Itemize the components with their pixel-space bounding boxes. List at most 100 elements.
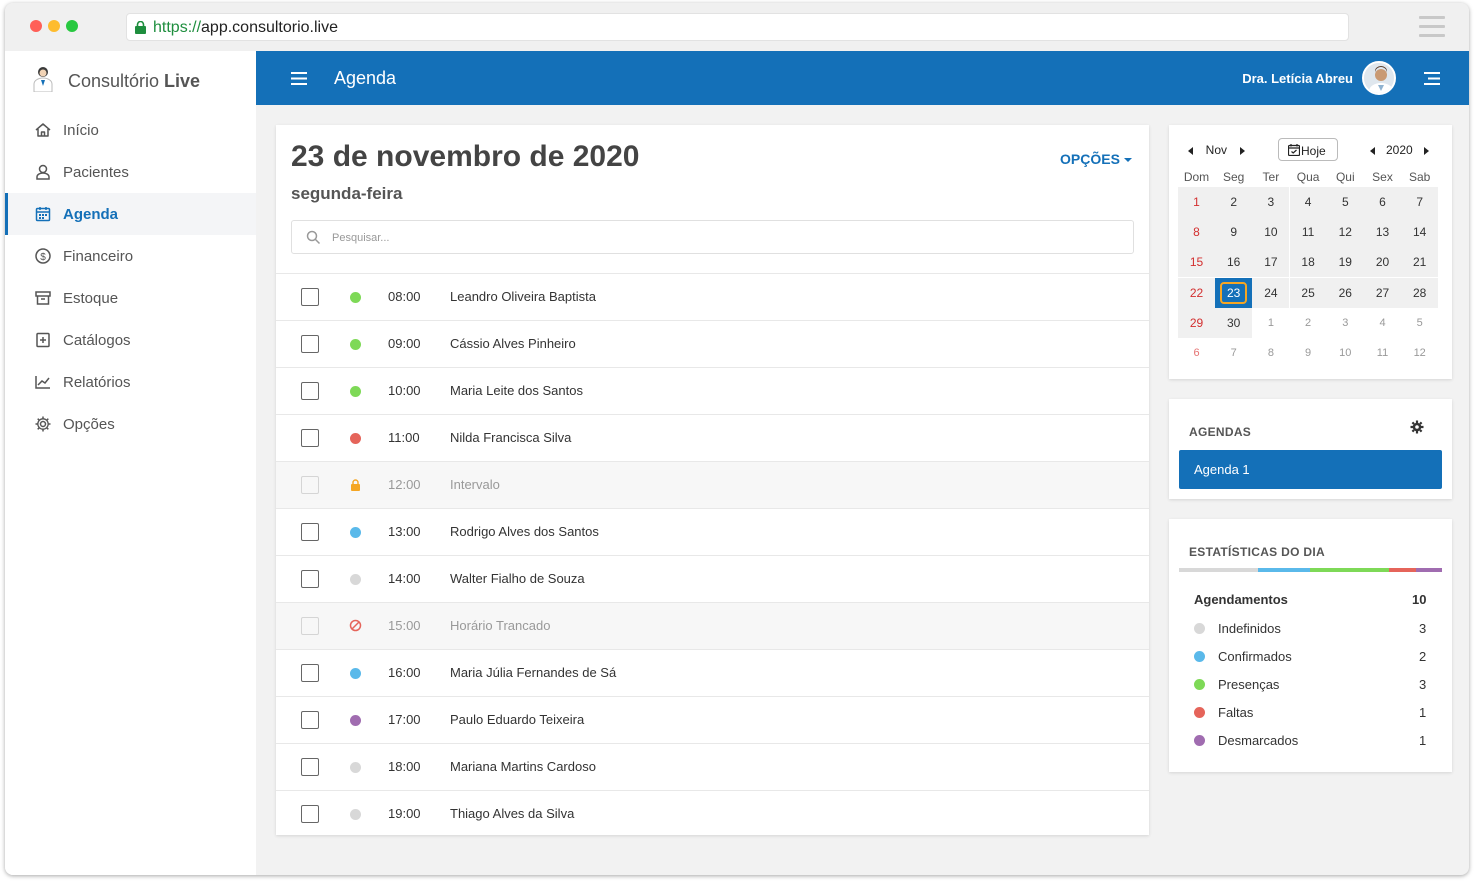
maximize-window-button[interactable] — [66, 20, 78, 32]
row-checkbox[interactable] — [301, 335, 319, 353]
row-checkbox[interactable] — [301, 758, 319, 776]
calendar-day-selected[interactable]: 23 — [1215, 277, 1253, 308]
calendar-day[interactable]: 11 — [1289, 217, 1327, 248]
minimize-window-button[interactable] — [48, 20, 60, 32]
sidebar-item-financeiro[interactable]: $ Financeiro — [5, 235, 256, 277]
sidebar-item-inicio[interactable]: Início — [5, 109, 256, 151]
calendar-day[interactable]: 19 — [1326, 247, 1364, 278]
prev-year-icon[interactable] — [1370, 146, 1375, 155]
calendar-day[interactable]: 6 — [1364, 187, 1401, 217]
sidebar-item-relatorios[interactable]: Relatórios — [5, 361, 256, 403]
table-row[interactable]: 09:00 Cássio Alves Pinheiro — [276, 320, 1149, 367]
table-row[interactable]: 15:00 Horário Trancado — [276, 602, 1149, 649]
table-row[interactable]: 12:00 Intervalo — [276, 461, 1149, 508]
calendar-day[interactable]: 5 — [1401, 308, 1438, 338]
calendar-day[interactable]: 1 — [1252, 308, 1289, 338]
row-checkbox[interactable] — [301, 664, 319, 682]
avatar[interactable] — [1362, 61, 1396, 95]
search-input[interactable] — [332, 228, 1112, 248]
table-row[interactable]: 19:00 Thiago Alves da Silva — [276, 790, 1149, 837]
calendar-day[interactable]: 7 — [1215, 338, 1252, 368]
calendar-day[interactable]: 2 — [1215, 187, 1253, 217]
calendar-day[interactable]: 4 — [1364, 308, 1401, 338]
today-button[interactable]: Hoje — [1278, 138, 1338, 161]
calendar-day[interactable]: 14 — [1401, 217, 1439, 248]
calendar-day[interactable]: 9 — [1215, 217, 1253, 248]
calendar-day[interactable]: 16 — [1215, 247, 1253, 278]
calendar-day-number: 9 — [1230, 225, 1238, 240]
weekday-label: segunda-feira — [291, 184, 403, 203]
row-checkbox[interactable] — [301, 570, 319, 588]
calendar-day[interactable]: 3 — [1252, 187, 1290, 217]
table-row[interactable]: 11:00 Nilda Francisca Silva — [276, 414, 1149, 461]
prev-month-icon[interactable] — [1188, 146, 1193, 155]
table-row[interactable]: 14:00 Walter Fialho de Souza — [276, 555, 1149, 602]
calendar-day-number: 12 — [1413, 347, 1426, 359]
calendar-day[interactable]: 4 — [1289, 187, 1327, 217]
calendar-day[interactable]: 5 — [1326, 187, 1364, 217]
calendar-day[interactable]: 18 — [1289, 247, 1327, 278]
calendar-day[interactable]: 17 — [1252, 247, 1290, 278]
calendar-day[interactable]: 30 — [1215, 307, 1253, 338]
row-checkbox[interactable] — [301, 805, 319, 823]
calendar-day[interactable]: 3 — [1327, 308, 1364, 338]
row-checkbox[interactable] — [301, 429, 319, 447]
calendar-day[interactable]: 11 — [1364, 338, 1401, 368]
sidebar-item-opcoes[interactable]: Opções — [5, 403, 256, 445]
calendar-day[interactable]: 6 — [1178, 338, 1215, 368]
table-row[interactable]: 13:00 Rodrigo Alves dos Santos — [276, 508, 1149, 555]
calendar-day-number: 6 — [1193, 347, 1200, 359]
stats-dot — [1194, 651, 1205, 662]
next-month-icon[interactable] — [1239, 146, 1245, 155]
search-box — [291, 220, 1134, 254]
calendar-day[interactable]: 25 — [1289, 277, 1327, 308]
calendar-day[interactable]: 21 — [1401, 247, 1439, 278]
calendar-day-number: 20 — [1375, 255, 1390, 270]
hamburger-menu-icon[interactable] — [291, 72, 307, 85]
calendar-day[interactable]: 28 — [1401, 277, 1439, 308]
calendar-day[interactable]: 1 — [1178, 187, 1215, 217]
calendar-day[interactable]: 15 — [1178, 247, 1215, 278]
browser-menu-icon[interactable] — [1419, 16, 1445, 38]
table-row[interactable]: 16:00 Maria Júlia Fernandes de Sá — [276, 649, 1149, 696]
calendar-day[interactable]: 24 — [1252, 277, 1290, 308]
calendar-day[interactable]: 10 — [1252, 217, 1290, 248]
row-checkbox[interactable] — [301, 523, 319, 541]
table-row[interactable]: 10:00 Maria Leite dos Santos — [276, 367, 1149, 414]
options-menu-icon[interactable] — [1424, 72, 1440, 85]
table-row[interactable]: 08:00 Leandro Oliveira Baptista — [276, 273, 1149, 320]
calendar-day[interactable]: 27 — [1364, 277, 1401, 308]
user-name[interactable]: Dra. Letícia Abreu — [1242, 71, 1353, 86]
row-checkbox[interactable] — [301, 711, 319, 729]
calendar-day-number: 8 — [1193, 225, 1200, 240]
sidebar-item-estoque[interactable]: Estoque — [5, 277, 256, 319]
next-year-icon[interactable] — [1423, 146, 1429, 155]
agenda-item[interactable]: Agenda 1 — [1179, 450, 1442, 489]
calendar-day[interactable]: 8 — [1178, 217, 1215, 248]
sidebar-item-pacientes[interactable]: Pacientes — [5, 151, 256, 193]
table-row[interactable]: 17:00 Paulo Eduardo Teixeira — [276, 696, 1149, 743]
address-bar[interactable]: https://app.consultorio.live — [126, 13, 1349, 41]
calendar-day[interactable]: 9 — [1290, 338, 1327, 368]
sidebar-item-catalogos[interactable]: Catálogos — [5, 319, 256, 361]
calendar-day[interactable]: 12 — [1326, 217, 1364, 248]
row-checkbox[interactable] — [301, 382, 319, 400]
row-checkbox[interactable] — [301, 288, 319, 306]
calendar-day[interactable]: 20 — [1364, 247, 1401, 278]
options-dropdown[interactable]: OPÇÕES — [1060, 151, 1132, 167]
close-window-button[interactable] — [30, 20, 42, 32]
calendar-day[interactable]: 13 — [1364, 217, 1401, 248]
calendar-day[interactable]: 2 — [1290, 308, 1327, 338]
calendar-day-number: 3 — [1267, 195, 1275, 209]
gear-icon[interactable] — [1410, 420, 1424, 434]
month-nav: Nov — [1188, 143, 1245, 157]
calendar-day[interactable]: 8 — [1252, 338, 1289, 368]
calendar-day[interactable]: 10 — [1327, 338, 1364, 368]
calendar-day[interactable]: 29 — [1178, 307, 1215, 338]
calendar-day[interactable]: 22 — [1178, 277, 1215, 308]
sidebar-item-agenda[interactable]: Agenda — [5, 193, 256, 235]
table-row[interactable]: 18:00 Mariana Martins Cardoso — [276, 743, 1149, 790]
calendar-day[interactable]: 12 — [1401, 338, 1438, 368]
calendar-day[interactable]: 7 — [1401, 187, 1439, 217]
calendar-day[interactable]: 26 — [1326, 277, 1364, 308]
